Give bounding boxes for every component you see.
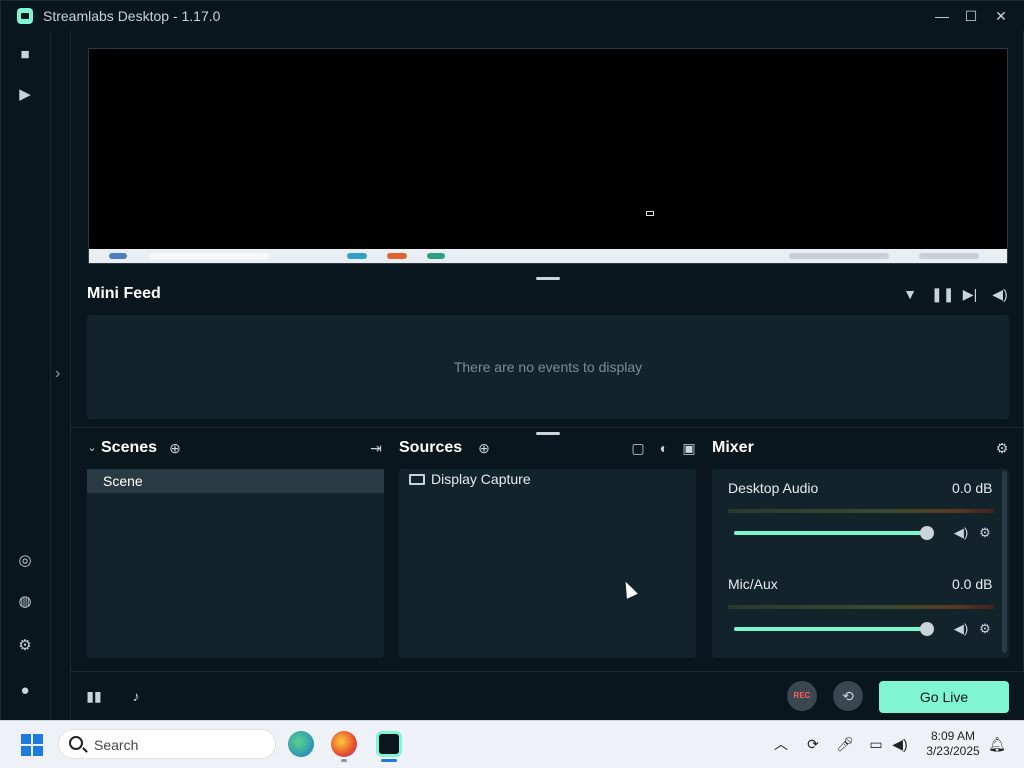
clock-time: 8:09 AM: [930, 729, 976, 743]
desktop-audio-volume-icon[interactable]: ◀): [953, 525, 969, 541]
preview-clock: [919, 253, 979, 259]
clock-date: 3/23/2025: [926, 744, 980, 758]
preview-cursor-icon: [646, 211, 654, 216]
minimize-button[interactable]: —: [931, 5, 953, 27]
search-icon: [69, 736, 83, 750]
taskbar-clock[interactable]: 8:09 AM 3/23/2025: [922, 729, 984, 759]
go-live-button[interactable]: Go Live: [879, 681, 1009, 713]
preview-resize-handle[interactable]: [536, 277, 560, 280]
add-folder-icon[interactable]: ▣: [680, 439, 698, 457]
tray-chevron-up-icon[interactable]: ︿: [772, 735, 790, 753]
notifications-icon[interactable]: ♪: [127, 687, 145, 705]
apps-icon[interactable]: ◍: [15, 592, 35, 612]
streamlabs-logo-icon: [17, 8, 33, 24]
add-scene-icon[interactable]: ⊕: [166, 439, 184, 457]
title-bar: Streamlabs Desktop - 1.17.0 — ☐ ✕: [1, 1, 1024, 31]
scenes-panel: [87, 469, 384, 658]
network-icon[interactable]: ▭: [867, 735, 885, 753]
desktop-audio-slider[interactable]: [734, 531, 927, 535]
preview-tray: [789, 253, 889, 259]
performance-stats-icon[interactable]: ▮▮: [85, 687, 103, 705]
sources-panel: [399, 469, 696, 658]
mixer-settings-icon[interactable]: ⚙: [993, 439, 1011, 457]
settings-icon[interactable]: ⚙: [15, 636, 35, 656]
source-display-icon[interactable]: ▢: [629, 439, 647, 457]
notification-bell-icon[interactable]: 🔔︎: [988, 735, 1006, 753]
mic-aux-meter: [728, 605, 994, 609]
speaker-icon[interactable]: ◀): [891, 735, 909, 753]
monitor-icon: [409, 474, 425, 485]
scene-item-label: Scene: [103, 473, 143, 489]
studio-icon[interactable]: ■: [15, 45, 35, 65]
mini-feed-title: Mini Feed: [87, 285, 161, 302]
mixer-scrollbar[interactable]: [1002, 471, 1007, 653]
mic-aux-slider[interactable]: [734, 627, 927, 631]
sources-title: Sources: [399, 439, 463, 456]
preview-streamlabs-icon: [427, 253, 445, 259]
mic-aux-slider-thumb[interactable]: [920, 622, 934, 636]
chevron-right-icon[interactable]: ›: [55, 365, 60, 383]
dock-resize-handle[interactable]: [536, 432, 560, 435]
add-source-icon[interactable]: ⊕: [475, 439, 493, 457]
mic-aux-settings-icon[interactable]: ⚙: [977, 621, 993, 637]
mixer-title: Mixer: [712, 439, 754, 456]
play-icon[interactable]: ▶: [15, 85, 35, 105]
preview-firefox-icon: [387, 253, 407, 259]
firefox-running-indicator: [341, 759, 347, 762]
streamlabs-active-indicator: [381, 759, 397, 762]
close-button[interactable]: ✕: [990, 5, 1012, 27]
windows-start-icon[interactable]: [21, 734, 43, 756]
desktop-audio-slider-thumb[interactable]: [920, 526, 934, 540]
sync-icon[interactable]: ⟳: [804, 735, 822, 753]
mic-aux-label: Mic/Aux: [728, 576, 778, 592]
pause-icon[interactable]: ❚❚: [931, 285, 954, 303]
window-title: Streamlabs Desktop - 1.17.0: [43, 8, 221, 24]
desktop-audio-db: 0.0 dB: [952, 480, 993, 496]
mini-feed-panel: There are no events to display: [87, 315, 1009, 419]
taskbar-search-placeholder: Search: [94, 737, 139, 753]
desktop-audio-settings-icon[interactable]: ⚙: [977, 525, 993, 541]
themes-icon[interactable]: ◎: [15, 551, 35, 571]
scenes-title: Scenes: [101, 439, 158, 456]
preview-edge-icon: [347, 253, 367, 259]
mic-aux-volume-icon[interactable]: ◀): [953, 621, 969, 637]
source-audio-icon[interactable]: ◐: [655, 439, 673, 457]
source-item[interactable]: Display Capture: [409, 471, 531, 487]
desktop-audio-meter: [728, 509, 994, 513]
skip-icon[interactable]: ▶|: [961, 285, 979, 303]
mic-aux-db: 0.0 dB: [952, 576, 993, 592]
left-nav: ■ ▶ ◎ ◍ ⚙ ●: [1, 31, 51, 721]
taskbar-search-input[interactable]: Search: [58, 729, 276, 759]
source-item-label: Display Capture: [431, 471, 531, 487]
edge-icon[interactable]: [288, 731, 314, 757]
preview-search-bar: [149, 253, 269, 259]
chevron-down-icon[interactable]: ⌄: [83, 439, 101, 457]
streamlabs-window: Streamlabs Desktop - 1.17.0 — ☐ ✕ ■ ▶ ◎ …: [0, 0, 1024, 721]
preview-start-icon: [109, 253, 127, 259]
profile-icon[interactable]: ●: [15, 681, 35, 701]
preview-taskbar: [89, 249, 1007, 263]
dock-separator: [71, 427, 1024, 428]
mini-feed-empty-text: There are no events to display: [453, 359, 643, 375]
firefox-icon[interactable]: [331, 731, 357, 757]
streamlabs-taskbar-icon[interactable]: [376, 731, 402, 757]
desktop-audio-label: Desktop Audio: [728, 480, 819, 496]
stream-preview: [88, 48, 1008, 264]
microphone-icon[interactable]: 🎤︎: [836, 735, 854, 753]
record-button[interactable]: REC: [787, 681, 817, 711]
volume-icon[interactable]: ◀): [991, 285, 1009, 303]
scene-item[interactable]: Scene: [87, 469, 384, 493]
maximize-button[interactable]: ☐: [960, 5, 982, 27]
scene-transitions-icon[interactable]: ⇥: [367, 439, 385, 457]
filter-icon[interactable]: ▼: [901, 285, 919, 303]
collapse-strip: [51, 31, 71, 721]
replay-buffer-button[interactable]: ⟲: [833, 681, 863, 711]
